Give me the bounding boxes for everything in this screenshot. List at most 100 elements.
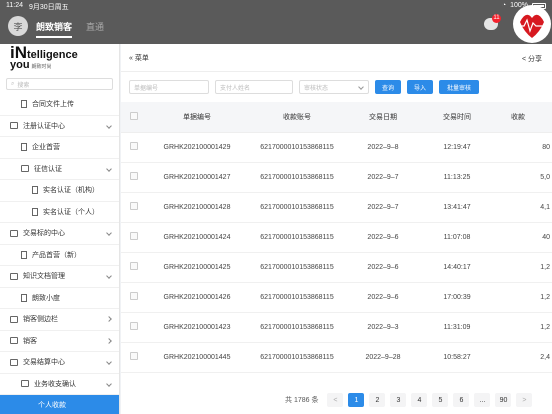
row-checkbox[interactable] — [121, 342, 147, 373]
cell-time: 11:07:08 — [419, 222, 495, 253]
sidebar-item-label: 产品首营（新） — [32, 251, 81, 259]
row-checkbox[interactable] — [121, 132, 147, 163]
payer-name-input[interactable]: 支付人姓名 — [215, 80, 293, 94]
chevron-right-icon[interactable] — [106, 337, 112, 344]
payer-placeholder: 支付人姓名 — [220, 85, 251, 92]
folder-icon — [10, 229, 18, 237]
chevron-down-icon[interactable] — [106, 122, 112, 129]
cell-amount: 5,0 — [495, 162, 552, 193]
audit-status-select[interactable]: 审核状态 — [299, 80, 369, 94]
table-row[interactable]: GRHK202100001425 6217000010153868115 2022–… — [121, 252, 552, 283]
page-button[interactable]: 1 — [348, 393, 365, 407]
page-button[interactable]: 3 — [390, 393, 407, 407]
row-checkbox[interactable] — [121, 312, 147, 343]
cell-time: 12:19:47 — [419, 132, 495, 163]
col-order-no[interactable]: 单据编号 — [147, 102, 247, 133]
sidebar-item-label: 销客侧边栏 — [23, 316, 58, 324]
select-all-checkbox[interactable] — [121, 102, 147, 133]
chevron-down-icon[interactable] — [106, 165, 112, 172]
sidebar-item[interactable]: 销客 — [0, 331, 119, 352]
table-row[interactable]: GRHK202100001429 6217000010153868115 2022–… — [121, 132, 552, 163]
cell-amount: 1,2 — [495, 252, 552, 283]
col-account[interactable]: 收款账号 — [247, 102, 347, 133]
cell-date: 2022–9–7 — [347, 162, 419, 193]
status-date: 9月30日周五 — [29, 4, 69, 11]
sidebar-item[interactable]: 个人收款 — [0, 395, 119, 414]
cell-amount: 2,4 — [495, 342, 552, 373]
import-button[interactable]: 导入 — [407, 80, 433, 94]
col-time[interactable]: 交易时间 — [419, 102, 495, 133]
cell-date: 2022–9–6 — [347, 282, 419, 313]
page-button[interactable]: 2 — [369, 393, 386, 407]
sidebar-search-input[interactable]: ⌕ 搜索 — [6, 78, 113, 90]
chevron-down-icon[interactable] — [106, 230, 112, 236]
col-date[interactable]: 交易日期 — [347, 102, 419, 133]
cell-order-no: GRHK202100001423 — [147, 312, 247, 343]
table-row[interactable]: GRHK202100001423 6217000010153868115 2022–… — [121, 312, 552, 343]
sidebar-item[interactable]: 征信认证 — [0, 159, 119, 180]
menu-label: 菜单 — [134, 54, 149, 62]
table-header-row: 单据编号 收款账号 交易日期 交易时间 收款 — [121, 102, 552, 133]
table-row[interactable]: GRHK202100001428 6217000010153868115 2022–… — [121, 192, 552, 223]
pagination: 共 1786 条 < 1 2 3 4 5 6... 90 > — [121, 386, 552, 414]
sidebar-item-label: 朗致小度 — [32, 294, 60, 302]
query-button[interactable]: 查询 — [375, 80, 401, 94]
logo-bottom: you — [10, 59, 30, 71]
status-bar: 11:24 9月30日周五 — [6, 2, 69, 12]
page-button[interactable]: 90 — [495, 393, 512, 407]
row-checkbox[interactable] — [121, 222, 147, 253]
sidebar-item[interactable]: 企业首营 — [0, 137, 119, 159]
sidebar-item[interactable]: 销客侧边栏 — [0, 309, 119, 331]
sidebar-item-label: 交易标的中心 — [23, 230, 65, 238]
cell-account: 6217000010153868115 — [247, 162, 347, 193]
order-no-input[interactable]: 单据编号 — [129, 80, 209, 94]
cell-account: 6217000010153868115 — [247, 282, 347, 313]
table-row[interactable]: GRHK202100001426 6217000010153868115 2022–… — [121, 282, 552, 313]
share-button[interactable]: < 分享 — [522, 54, 542, 64]
chevron-down-icon[interactable] — [106, 359, 112, 365]
sidebar-item[interactable]: 产品首营（新） — [0, 245, 119, 266]
document-icon — [21, 143, 27, 152]
prev-page-button[interactable]: < — [327, 393, 344, 407]
chevron-right-icon[interactable] — [106, 316, 112, 322]
status-time: 11:24 — [6, 2, 23, 9]
sidebar-item[interactable]: 业务收支确认 — [0, 374, 119, 395]
chevron-down-icon[interactable] — [106, 273, 112, 279]
cell-account: 6217000010153868115 — [247, 342, 347, 373]
sidebar-item[interactable]: 朗致小度 — [0, 288, 119, 309]
sidebar-item-label: 交易结算中心 — [23, 359, 65, 367]
next-page-button[interactable]: > — [516, 393, 533, 407]
sidebar-item[interactable]: 交易结算中心 — [0, 352, 119, 374]
page-button[interactable]: 4 — [411, 393, 428, 407]
sidebar-item[interactable]: 注册认证中心 — [0, 116, 119, 137]
table-row[interactable]: GRHK202100001424 6217000010153868115 2022–… — [121, 222, 552, 253]
sidebar-item-label: 销客 — [23, 337, 37, 345]
tab-langzhi-xiaoke[interactable]: 朗致销客 — [36, 20, 73, 38]
table-row[interactable]: GRHK202100001427 6217000010153868115 2022–… — [121, 162, 552, 193]
sidebar-item[interactable]: 合同文件上传 — [0, 94, 119, 116]
table-row[interactable]: GRHK202100001445 6217000010153868115 2022–… — [121, 342, 552, 373]
sidebar-item[interactable]: 实名认证（个人） — [0, 202, 119, 223]
cell-account: 6217000010153868115 — [247, 192, 347, 223]
sidebar: iNtelligence you 朗致时尚 ⌕ 搜索 合同文件上传 注册认证中心企… — [0, 44, 120, 414]
menu-button[interactable]: « 菜单 — [129, 53, 149, 63]
chevron-down-icon[interactable] — [106, 380, 112, 387]
sidebar-item[interactable]: 交易标的中心 — [0, 223, 119, 245]
row-checkbox[interactable] — [121, 192, 147, 223]
cell-account: 6217000010153868115 — [247, 312, 347, 343]
row-checkbox[interactable] — [121, 252, 147, 283]
batch-audit-button[interactable]: 批量审核 — [439, 80, 479, 94]
row-checkbox[interactable] — [121, 162, 147, 193]
sidebar-item-label: 知识文档管理 — [23, 273, 65, 281]
sidebar-item[interactable]: 知识文档管理 — [0, 266, 119, 288]
cell-amount: 1,2 — [495, 312, 552, 343]
page-button[interactable]: 5 — [432, 393, 449, 407]
page-ellipsis[interactable]: ... — [474, 393, 491, 407]
col-amount[interactable]: 收款 — [495, 102, 552, 133]
row-checkbox[interactable] — [121, 282, 147, 313]
sidebar-item-label: 实名认证（个人） — [43, 208, 99, 216]
avatar[interactable]: 李 — [8, 16, 28, 36]
sidebar-item[interactable]: 实名认证（机构） — [0, 180, 119, 202]
tab-zhitong[interactable]: 直通 — [86, 20, 104, 33]
page-button[interactable]: 6 — [453, 393, 470, 407]
